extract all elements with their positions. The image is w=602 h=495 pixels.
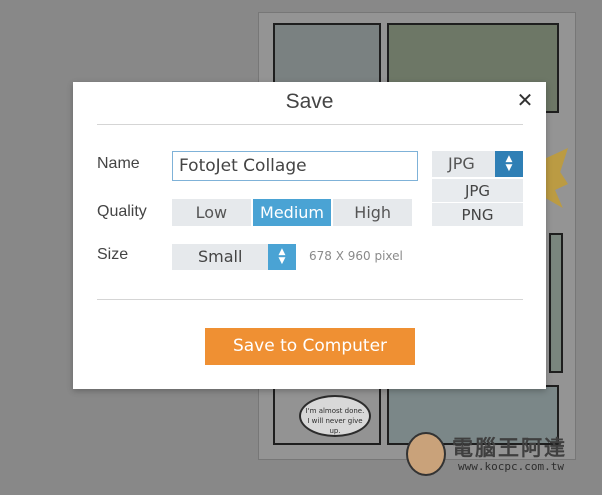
save-dialog: Save ✕ Name JPG ▲▼ JPG PNG Quality Low M… bbox=[73, 82, 546, 389]
size-dimensions: 678 X 960 pixel bbox=[309, 249, 403, 263]
watermark-url: www.kocpc.com.tw bbox=[458, 460, 564, 473]
save-to-computer-button[interactable]: Save to Computer bbox=[205, 328, 415, 365]
format-option-png[interactable]: PNG bbox=[432, 202, 523, 226]
quality-label: Quality bbox=[97, 203, 147, 220]
mascot-logo bbox=[406, 432, 446, 476]
format-select[interactable]: JPG ▲ ▼ bbox=[432, 151, 523, 177]
chevron-updown-icon[interactable]: ▲ ▼ bbox=[495, 151, 523, 177]
quality-option-high[interactable]: High bbox=[333, 199, 413, 226]
chevron-updown-icon[interactable]: ▲ ▼ bbox=[268, 244, 296, 270]
quality-option-low[interactable]: Low bbox=[172, 199, 251, 226]
name-input[interactable] bbox=[172, 151, 418, 181]
watermark-title: 電腦王阿達 bbox=[452, 436, 567, 460]
close-icon[interactable]: ✕ bbox=[515, 90, 535, 110]
divider bbox=[97, 299, 523, 300]
format-option-jpg[interactable]: JPG bbox=[432, 178, 523, 202]
name-label: Name bbox=[97, 155, 140, 172]
dialog-title: Save bbox=[285, 90, 334, 113]
quality-segmented-control: Low Medium High bbox=[172, 199, 413, 226]
format-selected-value: JPG bbox=[448, 154, 475, 173]
divider bbox=[97, 124, 523, 125]
size-selected-value: Small bbox=[198, 247, 243, 266]
quality-option-medium[interactable]: Medium bbox=[252, 199, 332, 226]
format-dropdown-menu: JPG PNG bbox=[432, 178, 523, 226]
size-label: Size bbox=[97, 246, 129, 263]
size-select[interactable]: Small ▲ ▼ bbox=[172, 244, 296, 270]
watermark: 電腦王阿達 www.kocpc.com.tw bbox=[400, 430, 596, 482]
